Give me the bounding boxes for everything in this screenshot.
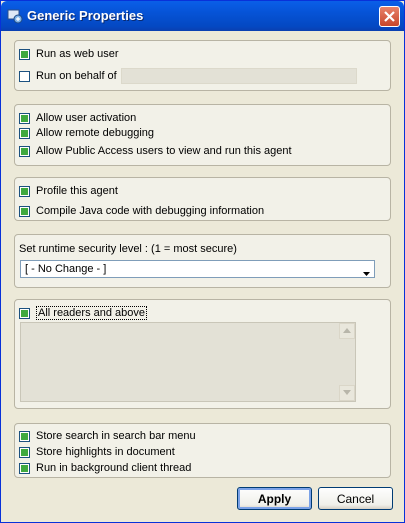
background-thread-checkbox[interactable] (19, 462, 30, 474)
compile-debug-checkbox[interactable] (19, 205, 30, 217)
readers-list[interactable] (20, 322, 356, 402)
profile-group: Profile this agent Compile Java code wit… (14, 177, 391, 221)
run-on-behalf-row[interactable]: Run on behalf of (19, 69, 117, 83)
scroll-up-icon (343, 328, 351, 333)
profile-agent-checkbox[interactable] (19, 185, 30, 197)
store-highlights-label: Store highlights in document (36, 446, 175, 458)
security-level-select[interactable]: [ - No Change - ] (20, 260, 375, 278)
compile-debug-label: Compile Java code with debugging informa… (36, 205, 265, 217)
background-thread-row[interactable]: Run in background client thread (19, 461, 191, 475)
allow-public-access-label: Allow Public Access users to view and ru… (36, 145, 292, 157)
dropdown-arrow-icon[interactable] (363, 267, 370, 279)
app-icon (7, 8, 23, 24)
allow-user-activation-row[interactable]: Allow user activation (19, 111, 136, 125)
allow-remote-debugging-label: Allow remote debugging (36, 127, 155, 139)
cancel-button[interactable]: Cancel (318, 487, 393, 510)
apply-button[interactable]: Apply (237, 487, 312, 510)
store-search-row[interactable]: Store search in search bar menu (19, 429, 196, 443)
run-as-web-user-label: Run as web user (36, 48, 119, 60)
generic-properties-dialog: Generic Properties Run as web user Run o… (0, 0, 405, 523)
allow-user-activation-label: Allow user activation (36, 112, 137, 124)
title-bar[interactable]: Generic Properties (1, 1, 404, 31)
access-group: Allow user activation Allow remote debug… (14, 104, 391, 166)
readers-list-scrollbar[interactable] (339, 323, 355, 401)
run-as-web-user-row[interactable]: Run as web user (19, 47, 119, 61)
store-highlights-checkbox[interactable] (19, 446, 30, 458)
store-highlights-row[interactable]: Store highlights in document (19, 445, 175, 459)
close-button[interactable] (379, 6, 400, 27)
allow-remote-debugging-checkbox[interactable] (19, 127, 30, 139)
scroll-up-button[interactable] (339, 323, 355, 339)
allow-public-access-row[interactable]: Allow Public Access users to view and ru… (19, 144, 292, 158)
all-readers-label: All readers and above (36, 306, 148, 320)
profile-agent-label: Profile this agent (36, 185, 118, 197)
security-level-label: Set runtime security level : (1 = most s… (19, 243, 237, 255)
close-icon (384, 11, 395, 22)
allow-remote-debugging-row[interactable]: Allow remote debugging (19, 126, 154, 140)
dialog-title: Generic Properties (27, 8, 144, 23)
run-on-behalf-field (121, 68, 357, 84)
store-search-checkbox[interactable] (19, 430, 30, 442)
security-group: Set runtime security level : (1 = most s… (14, 234, 391, 288)
all-readers-checkbox[interactable] (19, 307, 30, 319)
scroll-down-icon (343, 390, 351, 395)
all-readers-row[interactable]: All readers and above (19, 306, 148, 320)
profile-agent-row[interactable]: Profile this agent (19, 184, 118, 198)
run-on-behalf-checkbox[interactable] (19, 70, 30, 82)
security-level-value: [ - No Change - ] (25, 263, 107, 275)
run-on-behalf-label: Run on behalf of (36, 70, 117, 82)
store-search-label: Store search in search bar menu (36, 430, 196, 442)
readers-group: All readers and above (14, 299, 391, 409)
search-group: Store search in search bar menu Store hi… (14, 423, 391, 478)
allow-public-access-checkbox[interactable] (19, 145, 30, 157)
compile-debug-row[interactable]: Compile Java code with debugging informa… (19, 204, 264, 218)
scroll-down-button[interactable] (339, 385, 355, 401)
background-thread-label: Run in background client thread (36, 462, 192, 474)
run-as-web-user-checkbox[interactable] (19, 48, 30, 60)
allow-user-activation-checkbox[interactable] (19, 112, 30, 124)
run-as-group: Run as web user Run on behalf of (14, 40, 391, 91)
